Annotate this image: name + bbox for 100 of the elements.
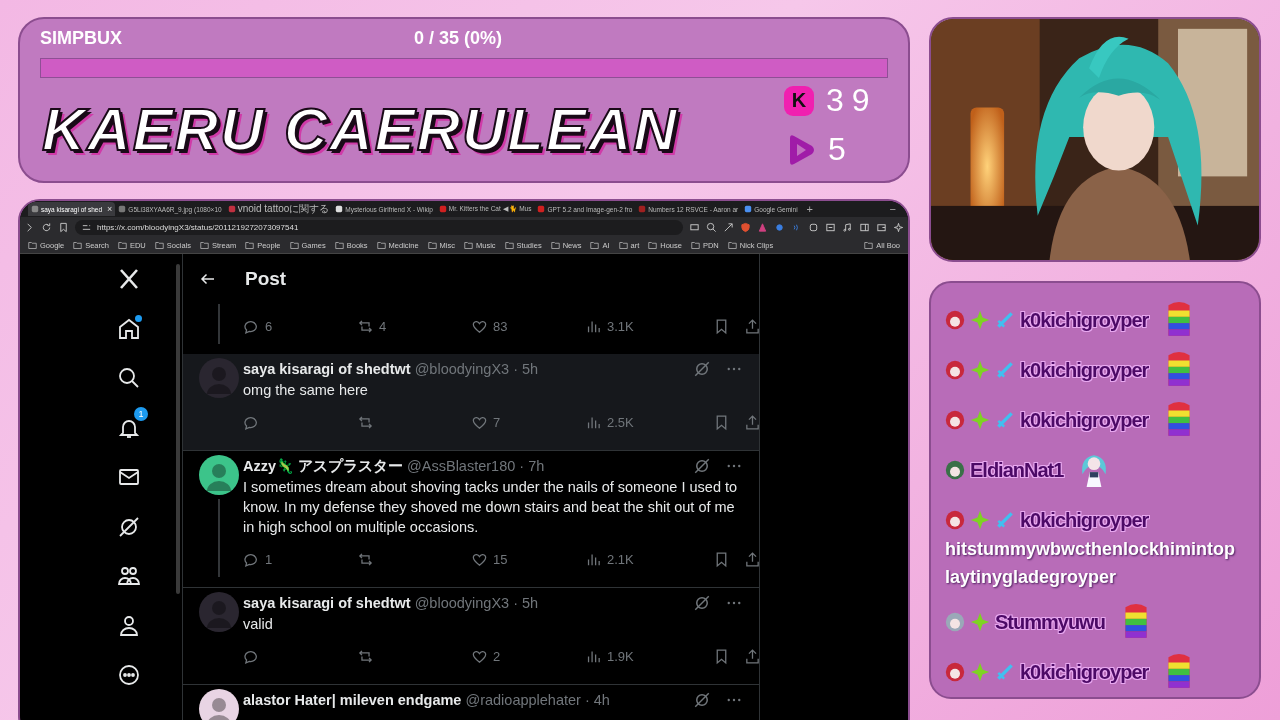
like-button[interactable]: 7 xyxy=(471,413,585,431)
favicon-icon xyxy=(227,205,236,213)
folder-icon xyxy=(550,240,560,250)
reply-button[interactable]: 6 xyxy=(243,317,357,335)
handle-and-time: @AssBlaster180 · 7h xyxy=(407,458,545,474)
shield-icon[interactable] xyxy=(740,221,751,233)
share-icon[interactable] xyxy=(744,550,759,568)
extension-icon[interactable] xyxy=(774,221,785,233)
bookmark-icon[interactable] xyxy=(58,221,69,233)
reload-icon[interactable] xyxy=(41,221,52,233)
minimize-button[interactable]: − xyxy=(889,203,896,215)
url-text: https://x.com/bloodyingX3/status/2011219272073097541 xyxy=(97,222,299,232)
folder-icon xyxy=(245,240,255,250)
handle-and-time: @bloodyingX3 · 5h xyxy=(414,595,539,611)
notification-badge: 1 xyxy=(134,406,148,421)
repost-icon xyxy=(357,647,374,665)
folder-icon xyxy=(690,240,700,250)
favicon-icon xyxy=(438,205,447,213)
like-button[interactable]: 2 xyxy=(471,647,585,665)
wallet-icon[interactable] xyxy=(876,221,887,233)
more-icon[interactable] xyxy=(117,663,141,687)
share-icon[interactable] xyxy=(744,317,759,335)
puzzle-icon[interactable] xyxy=(808,221,819,233)
favicon-icon xyxy=(537,205,546,213)
views-button[interactable]: 3.1K xyxy=(585,317,699,335)
chat-username[interactable]: k0kichigroyper xyxy=(1020,358,1149,382)
window-icon[interactable] xyxy=(825,221,836,233)
favicon-icon xyxy=(118,205,127,213)
views-button[interactable]: 2.5K xyxy=(585,413,699,431)
chat-username[interactable]: EldianNat1 xyxy=(970,458,1064,482)
folder-icon xyxy=(154,240,164,250)
folder-icon xyxy=(590,240,600,250)
chat-username[interactable]: k0kichigroyper xyxy=(1020,308,1149,332)
extension-icon[interactable] xyxy=(757,221,768,233)
music-icon[interactable] xyxy=(842,221,853,233)
like-button[interactable]: 15 xyxy=(471,550,585,568)
gem-icon xyxy=(970,510,990,530)
author-name[interactable]: Azzy🦎 アスプラスター xyxy=(243,456,404,476)
reply-button[interactable]: 1 xyxy=(243,550,357,568)
chat-username[interactable]: k0kichigroyper xyxy=(1020,508,1149,532)
chat-username[interactable]: Stummyuwu xyxy=(995,610,1105,634)
channel-title: KAERU CAERULEAN xyxy=(41,94,680,164)
home-icon[interactable] xyxy=(117,316,141,341)
chat-username[interactable]: k0kichigroyper xyxy=(1020,408,1149,432)
post[interactable]: 6 4 83 3.1K xyxy=(183,304,759,354)
repost-icon xyxy=(357,550,374,568)
person-icon[interactable] xyxy=(117,613,141,638)
scrollbar[interactable] xyxy=(176,264,180,594)
gem-icon xyxy=(970,410,990,430)
folder-icon xyxy=(648,240,658,250)
repost-button[interactable]: 4 xyxy=(357,317,471,335)
handle-and-time: @bloodyingX3 · 5h xyxy=(414,361,539,377)
search-icon[interactable] xyxy=(117,366,141,390)
folder-icon xyxy=(73,240,83,250)
zoom-icon[interactable] xyxy=(706,221,717,233)
folder-icon xyxy=(376,240,386,250)
slashed-circle-icon[interactable] xyxy=(117,514,141,539)
gem-icon xyxy=(970,662,990,682)
address-field[interactable]: https://x.com/bloodyingX3/status/2011219272073097541 xyxy=(75,219,683,235)
favicon-icon xyxy=(335,205,344,213)
folder-icon xyxy=(727,240,737,250)
goal-progress-text: 0 / 35 (0%) xyxy=(414,27,503,49)
folder-icon xyxy=(464,240,473,250)
folder-icon xyxy=(334,240,344,250)
stat-count: 5 xyxy=(828,131,855,168)
post[interactable]: saya kisaragi of shedtwt @bloodyingX3 · 5h valid 2 1.9K xyxy=(183,588,759,685)
share-icon[interactable] xyxy=(723,221,734,233)
author-name[interactable]: saya kisaragi of shedtwt xyxy=(243,595,411,611)
close-tab-button[interactable]: × xyxy=(107,204,113,214)
favicon-icon xyxy=(638,205,647,213)
chat-username[interactable]: k0kichigroyper xyxy=(1020,660,1149,684)
sword-icon xyxy=(995,510,1015,530)
folder-icon xyxy=(117,240,127,250)
folder-icon xyxy=(504,240,514,250)
author-name[interactable]: saya kisaragi of shedtwt xyxy=(243,361,411,377)
post[interactable]: alastor Hater| mileven endgame @radioapplehater · 4h xyxy=(183,685,759,720)
sidebar-icon[interactable] xyxy=(859,221,870,233)
sword-icon xyxy=(995,360,1015,380)
post[interactable]: saya kisaragi of shedtwt @bloodyingX3 · 5h omg the same here 7 2.5K xyxy=(183,354,759,451)
chat-message: hitstummywbwcthenlockhimintoplaytinygladegroyper xyxy=(945,538,1236,589)
like-button[interactable]: 83 xyxy=(471,317,585,335)
x-logo-icon[interactable] xyxy=(117,267,141,291)
views-button[interactable]: 2.1K xyxy=(585,550,699,568)
gem-icon xyxy=(970,612,990,632)
folder-icon xyxy=(427,240,437,250)
people-icon[interactable] xyxy=(117,564,141,588)
folder-icon xyxy=(28,240,37,250)
share-icon[interactable] xyxy=(744,413,759,431)
gem-icon xyxy=(970,360,990,380)
sparkle-icon[interactable] xyxy=(893,221,904,233)
screen-icon[interactable] xyxy=(689,221,700,233)
post-text: I sometimes dream about shoving tacks under the nails of someone I used to know. In my defense they shoved me down stairs and beat the shit out of me in high school on multiple occasions. xyxy=(243,478,739,537)
share-icon[interactable] xyxy=(744,647,759,665)
new-tab-button[interactable]: + xyxy=(806,203,813,215)
sword-icon xyxy=(995,410,1015,430)
forward-icon[interactable] xyxy=(24,221,35,233)
author-name[interactable]: alastor Hater| mileven endgame xyxy=(243,692,462,708)
letter-badge-icon: K xyxy=(784,85,814,116)
sword-icon xyxy=(995,310,1015,330)
views-button[interactable]: 1.9K xyxy=(585,647,699,665)
